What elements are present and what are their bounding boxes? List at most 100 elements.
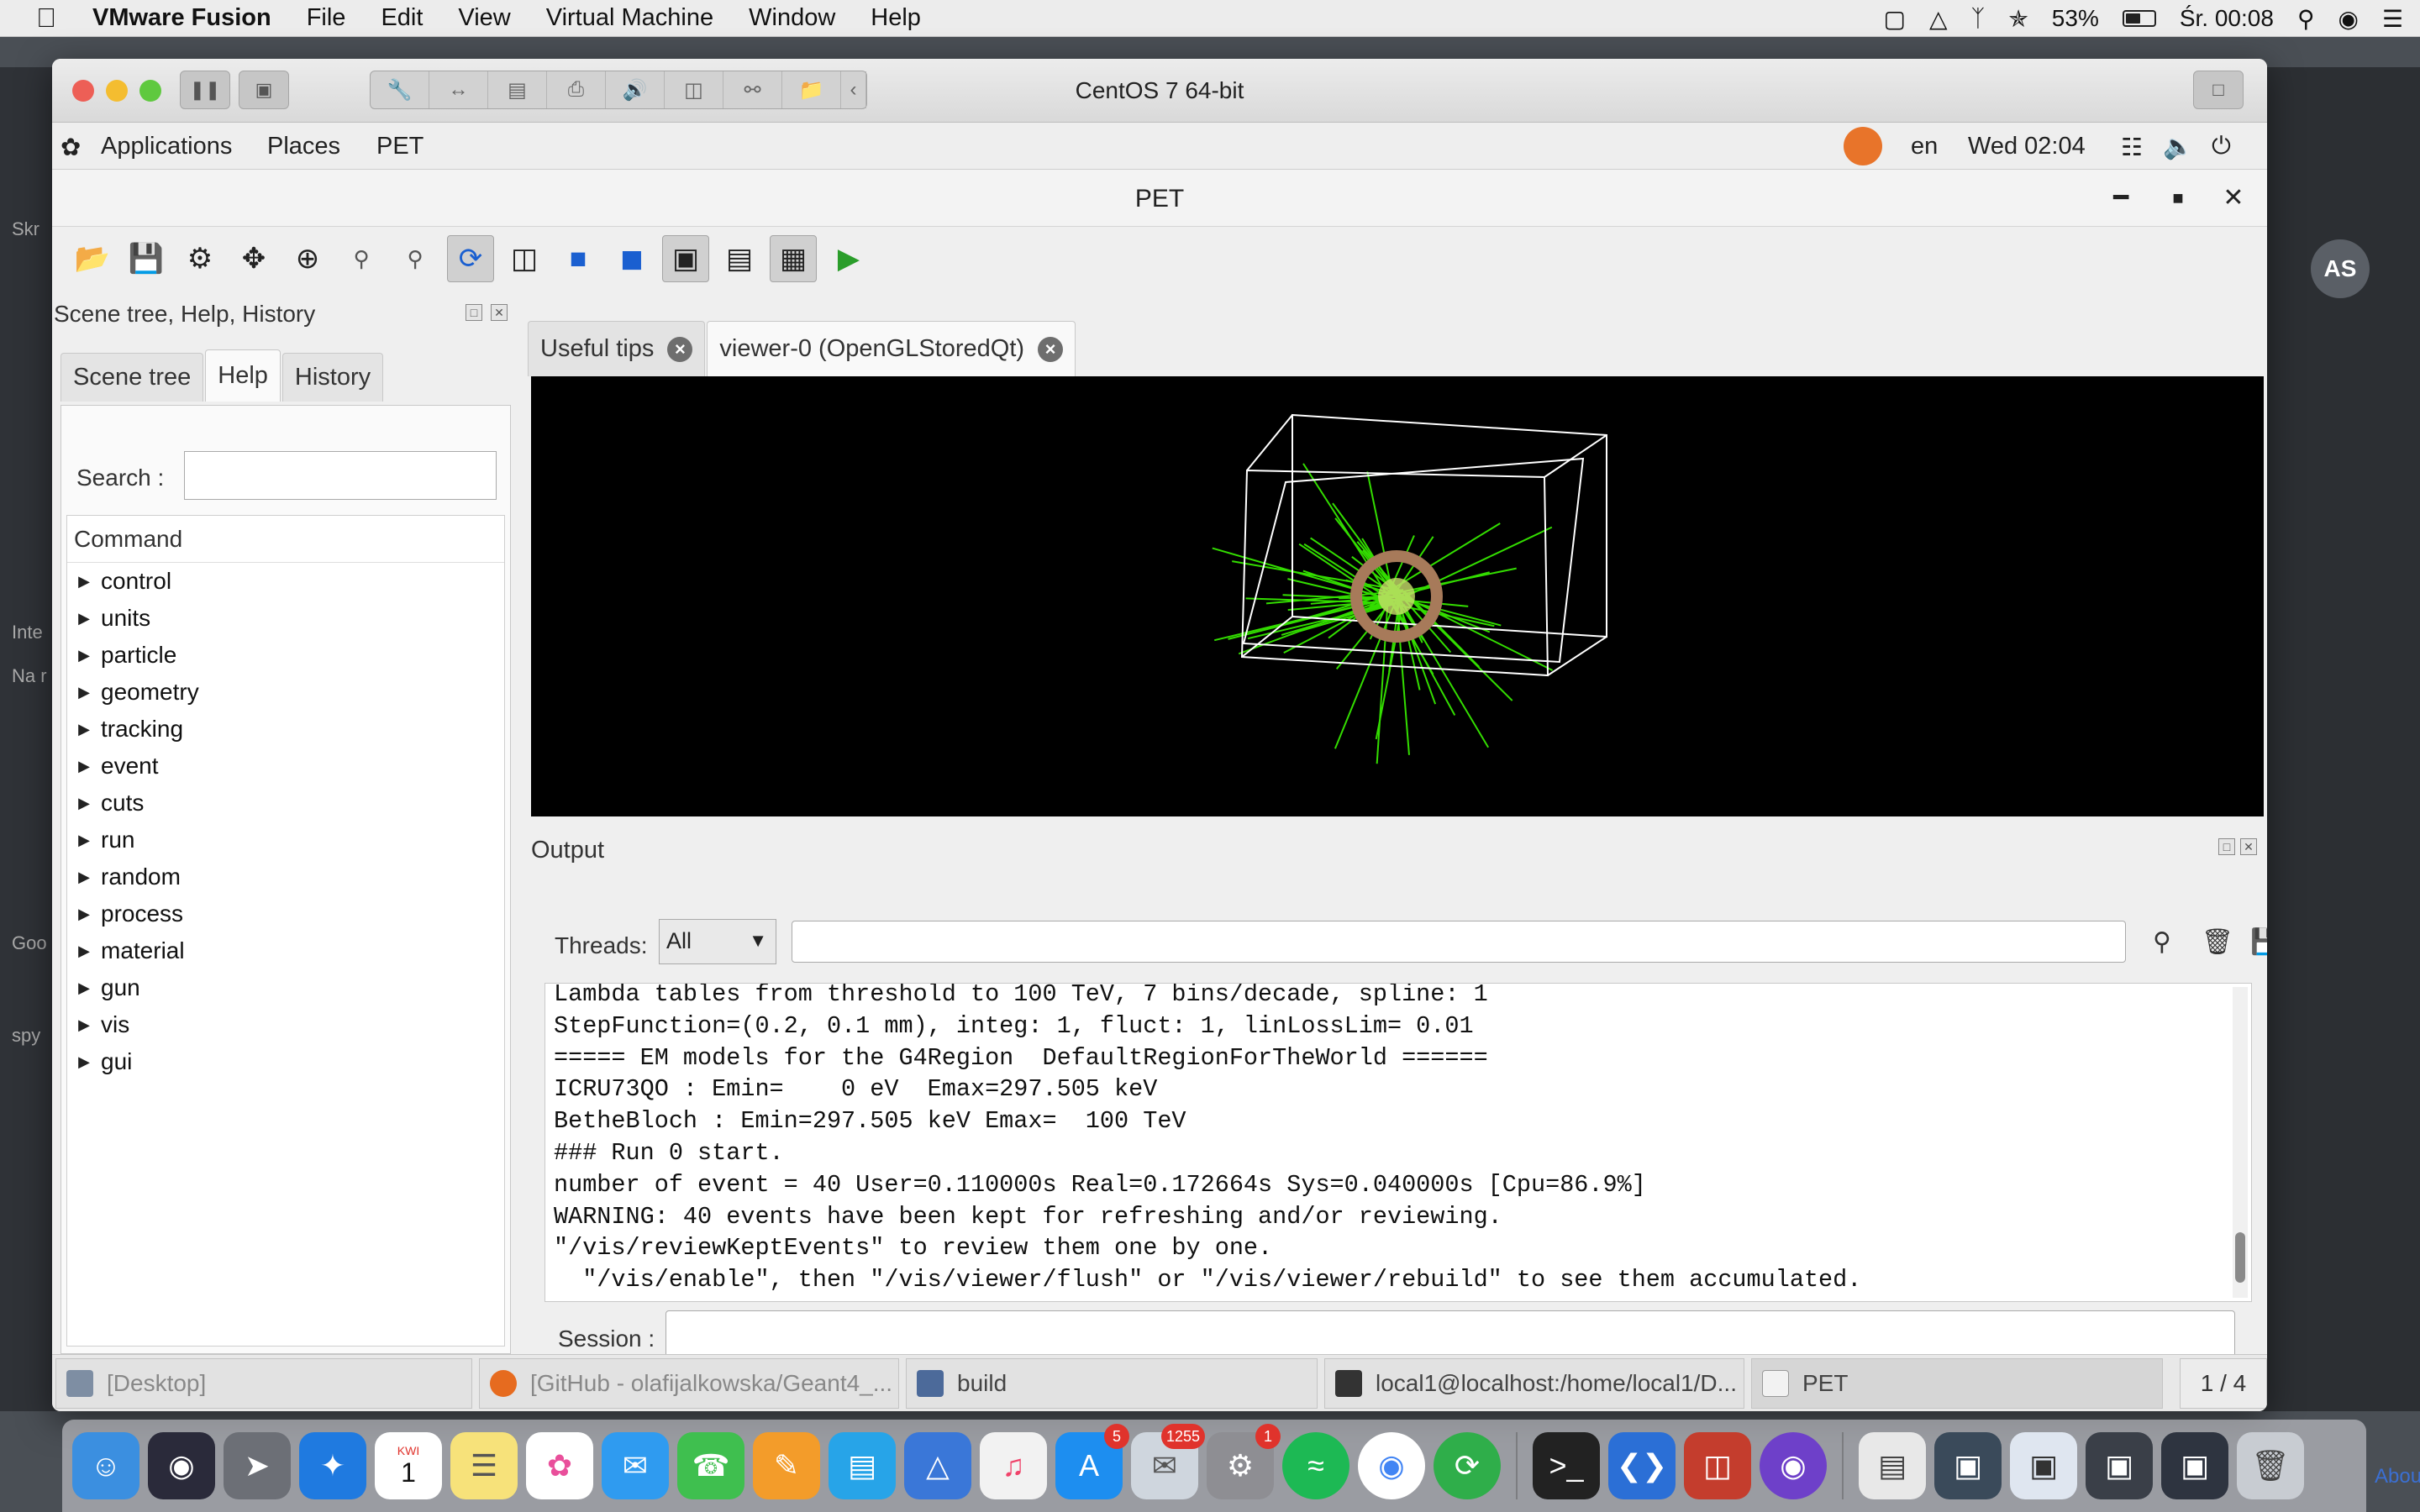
mail-icon[interactable]: ✉ 1255	[1131, 1424, 1205, 1499]
solid-style-icon[interactable]: ◼	[608, 235, 655, 282]
xcode-icon[interactable]: ❮❯	[1608, 1432, 1676, 1499]
tab-help[interactable]: Help	[205, 349, 281, 402]
applications-menu[interactable]: Applications	[101, 133, 232, 160]
finder-icon[interactable]: ☺	[72, 1432, 139, 1499]
command-tree-item[interactable]: ▶ event	[67, 748, 504, 785]
terminal-icon[interactable]: >_	[1533, 1432, 1600, 1499]
surface-style-icon[interactable]: ■	[555, 235, 602, 282]
expand-arrow-icon[interactable]: ▶	[67, 758, 101, 775]
float-output-icon[interactable]: □	[2218, 838, 2235, 855]
chrome-icon[interactable]: ◉	[1358, 1432, 1425, 1499]
command-tree-item[interactable]: ▶ random	[67, 858, 504, 895]
window-thumbnail-icon[interactable]: ▣	[2161, 1432, 2228, 1499]
keynote-icon[interactable]: △	[904, 1432, 971, 1499]
expand-arrow-icon[interactable]: ▶	[67, 795, 101, 812]
siri-icon[interactable]: ◉	[2338, 5, 2358, 33]
close-dock-icon[interactable]: ✕	[491, 304, 508, 321]
maximize-icon[interactable]: ■	[2161, 181, 2195, 215]
music-icon[interactable]: ♫	[980, 1432, 1047, 1499]
expand-arrow-icon[interactable]: ▶	[67, 610, 101, 627]
pet-app-menu[interactable]: PET	[376, 133, 424, 160]
notification-center-icon[interactable]: ☰	[2382, 5, 2403, 33]
app-store-icon[interactable]: A5	[1055, 1424, 1129, 1499]
menu-window[interactable]: Window	[749, 4, 835, 32]
menu-file[interactable]: File	[307, 4, 346, 32]
close-icon[interactable]: ✕	[2217, 181, 2250, 215]
save-output-icon[interactable]: 💾	[2250, 922, 2267, 961]
expand-arrow-icon[interactable]: ▶	[67, 942, 101, 960]
output-filter-input[interactable]	[792, 921, 2126, 963]
avatar[interactable]: AS	[2311, 239, 2370, 298]
workspace-switcher[interactable]: 1 / 4	[2180, 1358, 2267, 1409]
trash-icon[interactable]: 🗑	[2237, 1432, 2304, 1499]
expand-arrow-icon[interactable]: ▶	[67, 721, 101, 738]
power-icon[interactable]: ⏻	[2212, 133, 2231, 160]
screen-sharing-icon[interactable]: ▢	[1884, 5, 1906, 33]
expand-arrow-icon[interactable]: ▶	[67, 979, 101, 997]
perspective-icon[interactable]: ◫	[501, 235, 548, 282]
menu-help[interactable]: Help	[871, 4, 921, 32]
photos-icon[interactable]: ✿	[526, 1432, 593, 1499]
vmware-fusion-icon[interactable]: ◫	[1684, 1432, 1751, 1499]
command-tree-item[interactable]: ▶ vis	[67, 1006, 504, 1043]
wireframe-icon[interactable]: ▣	[662, 235, 709, 282]
archive-file-icon[interactable]: ▤	[1859, 1432, 1926, 1499]
command-tree-item[interactable]: ▶ geometry	[67, 674, 504, 711]
bluetooth-icon[interactable]: ᛉ	[1971, 5, 1986, 32]
app-menu[interactable]: VMware Fusion	[92, 4, 271, 32]
places-menu[interactable]: Places	[267, 133, 340, 160]
command-tree-item[interactable]: ▶ cuts	[67, 785, 504, 822]
command-tree-item[interactable]: ▶ tracking	[67, 711, 504, 748]
command-tree-item[interactable]: ▶ particle	[67, 637, 504, 674]
calendar-icon[interactable]: KWI 1	[375, 1432, 442, 1499]
output-log[interactable]: Lambda tables from threshold to 100 TeV,…	[544, 983, 2252, 1302]
update-notifier-icon[interactable]	[1844, 127, 1882, 165]
window-thumbnail-icon[interactable]: ▣	[2086, 1432, 2153, 1499]
task-desktop[interactable]: [Desktop]	[55, 1358, 472, 1409]
apple-menu-icon[interactable]: 	[0, 3, 92, 34]
wifi-icon[interactable]: ✯	[2008, 5, 2028, 33]
threads-select[interactable]: All ▼	[659, 919, 776, 964]
launchpad-icon[interactable]: ➤	[224, 1432, 291, 1499]
about-link[interactable]: Abou	[2375, 1465, 2420, 1488]
tab-viewer-0[interactable]: viewer-0 (OpenGLStoredQt) ×	[707, 321, 1076, 376]
zoom-out-icon[interactable]: ⚲	[338, 235, 385, 282]
expand-arrow-icon[interactable]: ▶	[67, 906, 101, 923]
run-beam-on-icon[interactable]: ▶	[825, 235, 872, 282]
menu-edit[interactable]: Edit	[381, 4, 423, 32]
tab-scene-tree[interactable]: Scene tree	[60, 353, 204, 402]
session-input[interactable]	[666, 1310, 2235, 1359]
github-desktop-icon[interactable]: ◉	[1760, 1432, 1827, 1499]
command-tree-item[interactable]: ▶ control	[67, 563, 504, 600]
expand-arrow-icon[interactable]: ▶	[67, 647, 101, 664]
network-status-icon[interactable]: ☷	[2121, 133, 2143, 162]
gnome-clock[interactable]: Wed 02:04	[1968, 133, 2086, 160]
close-tab-icon[interactable]: ×	[667, 336, 693, 362]
scrollbar-thumb[interactable]	[2235, 1232, 2245, 1283]
command-tree-item[interactable]: ▶ gun	[67, 969, 504, 1006]
tab-useful-tips[interactable]: Useful tips ×	[528, 321, 706, 376]
opengl-viewer[interactable]	[531, 376, 2264, 816]
spotify-icon[interactable]: ≈	[1282, 1432, 1349, 1499]
airplay-icon[interactable]: △	[1929, 5, 1948, 33]
expand-arrow-icon[interactable]: ▶	[67, 684, 101, 701]
expand-arrow-icon[interactable]: ▶	[67, 573, 101, 591]
notes-icon[interactable]: ☰	[450, 1432, 518, 1499]
command-tree-item[interactable]: ▶ run	[67, 822, 504, 858]
open-file-icon[interactable]: 📂	[69, 235, 116, 282]
tab-history[interactable]: History	[281, 353, 384, 402]
command-tree-item[interactable]: ▶ process	[67, 895, 504, 932]
search-icon[interactable]: ⚲	[2143, 922, 2181, 961]
menu-view[interactable]: View	[458, 4, 510, 32]
close-tab-icon[interactable]: ×	[1038, 336, 1064, 362]
command-tree-item[interactable]: ▶ material	[67, 932, 504, 969]
task-firefox-github[interactable]: [GitHub - olafijalkowska/Geant4_...	[479, 1358, 899, 1409]
minimize-icon[interactable]: ━	[2104, 181, 2138, 215]
siri-icon[interactable]: ◉	[148, 1432, 215, 1499]
volume-icon[interactable]: 🔈	[2163, 133, 2193, 161]
messages-icon[interactable]: ✉	[602, 1432, 669, 1499]
pick-target-icon[interactable]: ⊕	[284, 235, 331, 282]
settings-gear-icon[interactable]: ⚙	[176, 235, 224, 282]
system-preferences-icon[interactable]: ⚙ 1	[1207, 1424, 1281, 1499]
menu-virtual-machine[interactable]: Virtual Machine	[546, 4, 713, 32]
